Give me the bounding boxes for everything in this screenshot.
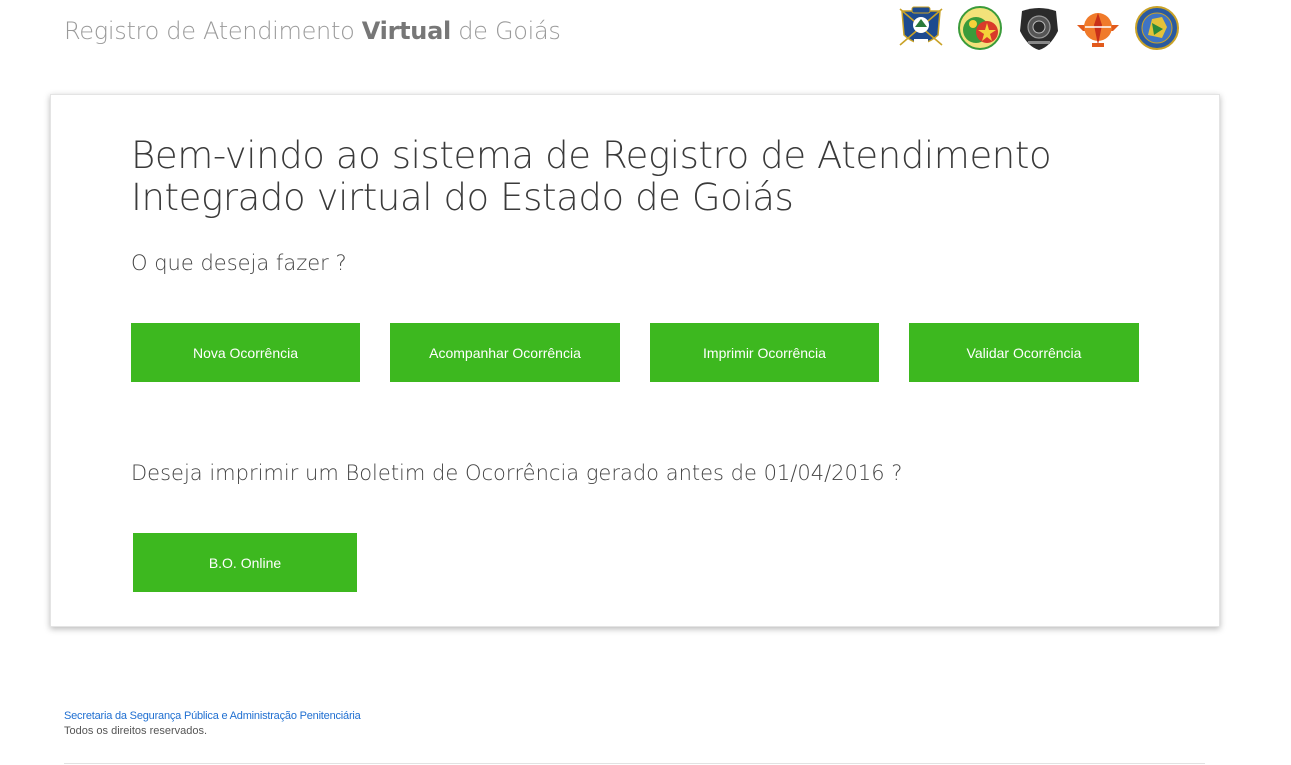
welcome-heading: Bem-vindo ao sistema de Registro de Aten… [131, 134, 1052, 219]
footer-org-link[interactable]: Secretaria da Segurança Pública e Admini… [64, 710, 361, 722]
police-crest-icon [898, 5, 944, 51]
footer-divider [64, 763, 1205, 764]
legacy-print-question: Deseja imprimir um Boletim de Ocorrência… [131, 461, 903, 485]
new-occurrence-button[interactable]: Nova Ocorrência [131, 323, 360, 382]
footer-rights-text: Todos os direitos reservados. [64, 725, 208, 737]
fire-department-crest-icon [957, 5, 1003, 51]
agency-logos [898, 5, 1193, 51]
main-card: Bem-vindo ao sistema de Registro de Aten… [50, 94, 1220, 627]
site-title-prefix: Registro de Atendimento [64, 17, 362, 45]
print-occurrence-button[interactable]: Imprimir Ocorrência [650, 323, 879, 382]
site-title-suffix: de Goiás [450, 17, 561, 45]
action-question: O que deseja fazer ? [131, 251, 347, 275]
site-title-strong: Virtual [361, 17, 451, 45]
civil-police-badge-icon [1016, 5, 1062, 51]
scientific-police-crest-icon [1075, 5, 1121, 51]
site-title: Registro de Atendimento Virtual de Goiás [64, 17, 561, 45]
footer: Secretaria da Segurança Pública e Admini… [64, 710, 361, 737]
validate-occurrence-button[interactable]: Validar Ocorrência [909, 323, 1139, 382]
bo-online-button[interactable]: B.O. Online [133, 533, 357, 592]
site-header: Registro de Atendimento Virtual de Goiás [0, 0, 1291, 70]
state-security-crest-icon [1134, 5, 1180, 51]
track-occurrence-button[interactable]: Acompanhar Ocorrência [390, 323, 620, 382]
